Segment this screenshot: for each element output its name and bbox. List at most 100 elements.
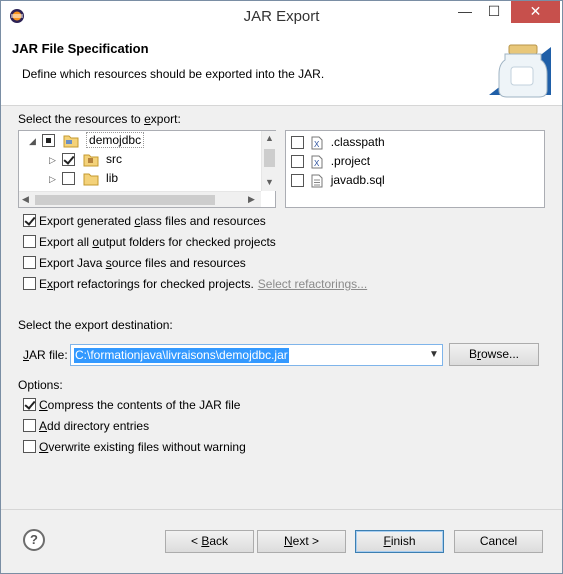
file-item-project[interactable]: X .project — [291, 152, 370, 170]
finish-label: inish — [390, 534, 416, 548]
add-directory-entries-option[interactable]: Add directory entries — [23, 418, 149, 434]
resource-tree[interactable]: ◢ demojdbc ▷ src ▷ lib ▲ ▼ ◀ ▶ — [18, 130, 276, 208]
scroll-thumb[interactable] — [35, 195, 215, 205]
option-label: dd directory entries — [47, 419, 150, 433]
xml-file-icon: X — [311, 136, 323, 150]
close-button[interactable]: ✕ — [511, 1, 560, 23]
option-label: Export Java — [39, 256, 106, 270]
resource-file-list[interactable]: X .classpath X .project javadb.sql — [285, 130, 545, 208]
package-folder-icon — [83, 154, 99, 167]
chevron-down-icon[interactable]: ▼ — [428, 349, 440, 361]
resources-label-mnemonic: e — [144, 112, 151, 126]
resources-label-prefix: Select the resources to — [18, 112, 145, 126]
scroll-up-icon[interactable]: ▲ — [265, 133, 274, 143]
back-label: < — [190, 534, 202, 548]
option-label: E — [39, 277, 48, 291]
tree-item-src[interactable]: ▷ src — [49, 150, 122, 168]
svg-text:X: X — [314, 159, 320, 168]
file-item-label: .project — [330, 154, 371, 168]
add-directory-entries-checkbox[interactable] — [23, 419, 36, 433]
option-label: ompress the contents of the JAR file — [47, 398, 241, 412]
checkbox-src[interactable] — [62, 153, 76, 167]
folder-icon — [83, 173, 99, 186]
option-label: verwrite existing files without warning — [48, 440, 246, 454]
cancel-button[interactable]: Cancel — [454, 530, 543, 553]
file-item-label: javadb.sql — [330, 173, 385, 187]
wizard-header: JAR File Specification Define which reso… — [1, 31, 562, 106]
option-label: port refactorings for checked projects. — [53, 277, 254, 291]
browse-label: B — [468, 347, 477, 361]
tree-item-label: lib — [106, 171, 119, 185]
export-java-source-option[interactable]: Export Java source files and resources — [23, 255, 246, 271]
text-file-icon — [311, 174, 323, 188]
jar-icon — [489, 44, 551, 98]
maximize-button[interactable]: ☐ — [480, 1, 508, 23]
overwrite-option[interactable]: Overwrite existing files without warning — [23, 439, 246, 455]
overwrite-checkbox[interactable] — [23, 440, 36, 454]
finish-button[interactable]: Finish — [355, 530, 444, 553]
jar-file-label-text: AR file: — [29, 348, 68, 362]
tree-item-label: src — [106, 152, 123, 166]
next-button[interactable]: Next > — [257, 530, 346, 553]
checkbox-javadb-sql[interactable] — [291, 174, 304, 188]
back-label: ack — [209, 534, 229, 548]
file-item-label: .classpath — [330, 135, 385, 149]
export-refactorings-checkbox[interactable] — [23, 277, 36, 291]
option-label: utput folders for checked projects — [99, 235, 276, 249]
back-button[interactable]: < Back — [165, 530, 254, 553]
minimize-button[interactable]: — — [451, 1, 479, 23]
checkbox-classpath[interactable] — [291, 136, 304, 150]
file-item-javadb-sql[interactable]: javadb.sql — [291, 171, 385, 189]
compress-option[interactable]: Compress the contents of the JAR file — [23, 397, 240, 413]
checkbox-lib[interactable] — [62, 172, 76, 186]
resources-label-suffix: xport: — [150, 112, 181, 126]
export-output-folders-checkbox[interactable] — [23, 235, 36, 249]
scroll-right-icon[interactable]: ▶ — [248, 194, 255, 205]
expand-arrow-icon[interactable]: ▷ — [49, 170, 59, 188]
tree-item-lib[interactable]: ▷ lib — [49, 169, 118, 187]
title-bar: JAR Export — ☐ ✕ — [1, 1, 562, 31]
tree-item-demojdbc[interactable]: ◢ demojdbc — [29, 131, 145, 150]
export-refactorings-option[interactable]: Export refactorings for checked projects… — [23, 276, 367, 292]
file-item-classpath[interactable]: X .classpath — [291, 133, 385, 151]
resources-label: Select the resources to export: — [18, 112, 181, 126]
next-label: ext > — [292, 534, 320, 548]
project-folder-icon — [63, 135, 79, 148]
browse-button[interactable]: Browse... — [449, 343, 539, 366]
scroll-thumb[interactable] — [264, 149, 275, 167]
checkbox-demojdbc[interactable] — [42, 134, 56, 148]
collapse-arrow-icon[interactable]: ◢ — [29, 132, 39, 150]
maximize-icon: ☐ — [487, 3, 501, 19]
jar-file-label: JAR file: — [23, 348, 68, 362]
compress-checkbox[interactable] — [23, 398, 36, 412]
option-mnemonic: A — [39, 419, 48, 433]
destination-label: Select the export destination: — [18, 318, 173, 332]
expand-arrow-icon[interactable]: ▷ — [49, 151, 59, 169]
select-refactorings-link[interactable]: Select refactorings... — [258, 277, 367, 291]
scroll-down-icon[interactable]: ▼ — [265, 177, 274, 187]
option-mnemonic: C — [39, 398, 48, 412]
jar-file-input[interactable]: C:\formationjava\livraisons\demojdbc.jar… — [70, 344, 443, 366]
help-icon[interactable]: ? — [23, 529, 45, 551]
tree-horizontal-scrollbar[interactable]: ◀ ▶ — [19, 191, 261, 207]
scroll-left-icon[interactable]: ◀ — [22, 194, 29, 205]
xml-file-icon: X — [311, 155, 323, 169]
close-icon: ✕ — [529, 3, 542, 19]
export-output-folders-option[interactable]: Export all output folders for checked pr… — [23, 234, 276, 250]
export-java-source-checkbox[interactable] — [23, 256, 36, 270]
jar-export-dialog: JAR Export — ☐ ✕ JAR File Specification … — [0, 0, 563, 574]
browse-label: owse... — [481, 347, 520, 361]
export-class-files-option[interactable]: Export generated class files and resourc… — [23, 213, 266, 229]
jar-file-value[interactable]: C:\formationjava\livraisons\demojdbc.jar — [74, 348, 289, 363]
option-label: Export all — [39, 235, 93, 249]
option-label: Export generated — [39, 214, 135, 228]
checkbox-project[interactable] — [291, 155, 304, 169]
svg-text:X: X — [314, 140, 320, 149]
tree-vertical-scrollbar[interactable]: ▲ ▼ — [261, 131, 276, 191]
minimize-icon: — — [458, 3, 472, 19]
option-label: lass files and resources — [140, 214, 266, 228]
page-title: JAR File Specification — [12, 41, 149, 56]
export-class-files-checkbox[interactable] — [23, 214, 36, 228]
finish-mnemonic: F — [383, 534, 391, 548]
option-label: ource files and resources — [111, 256, 246, 270]
